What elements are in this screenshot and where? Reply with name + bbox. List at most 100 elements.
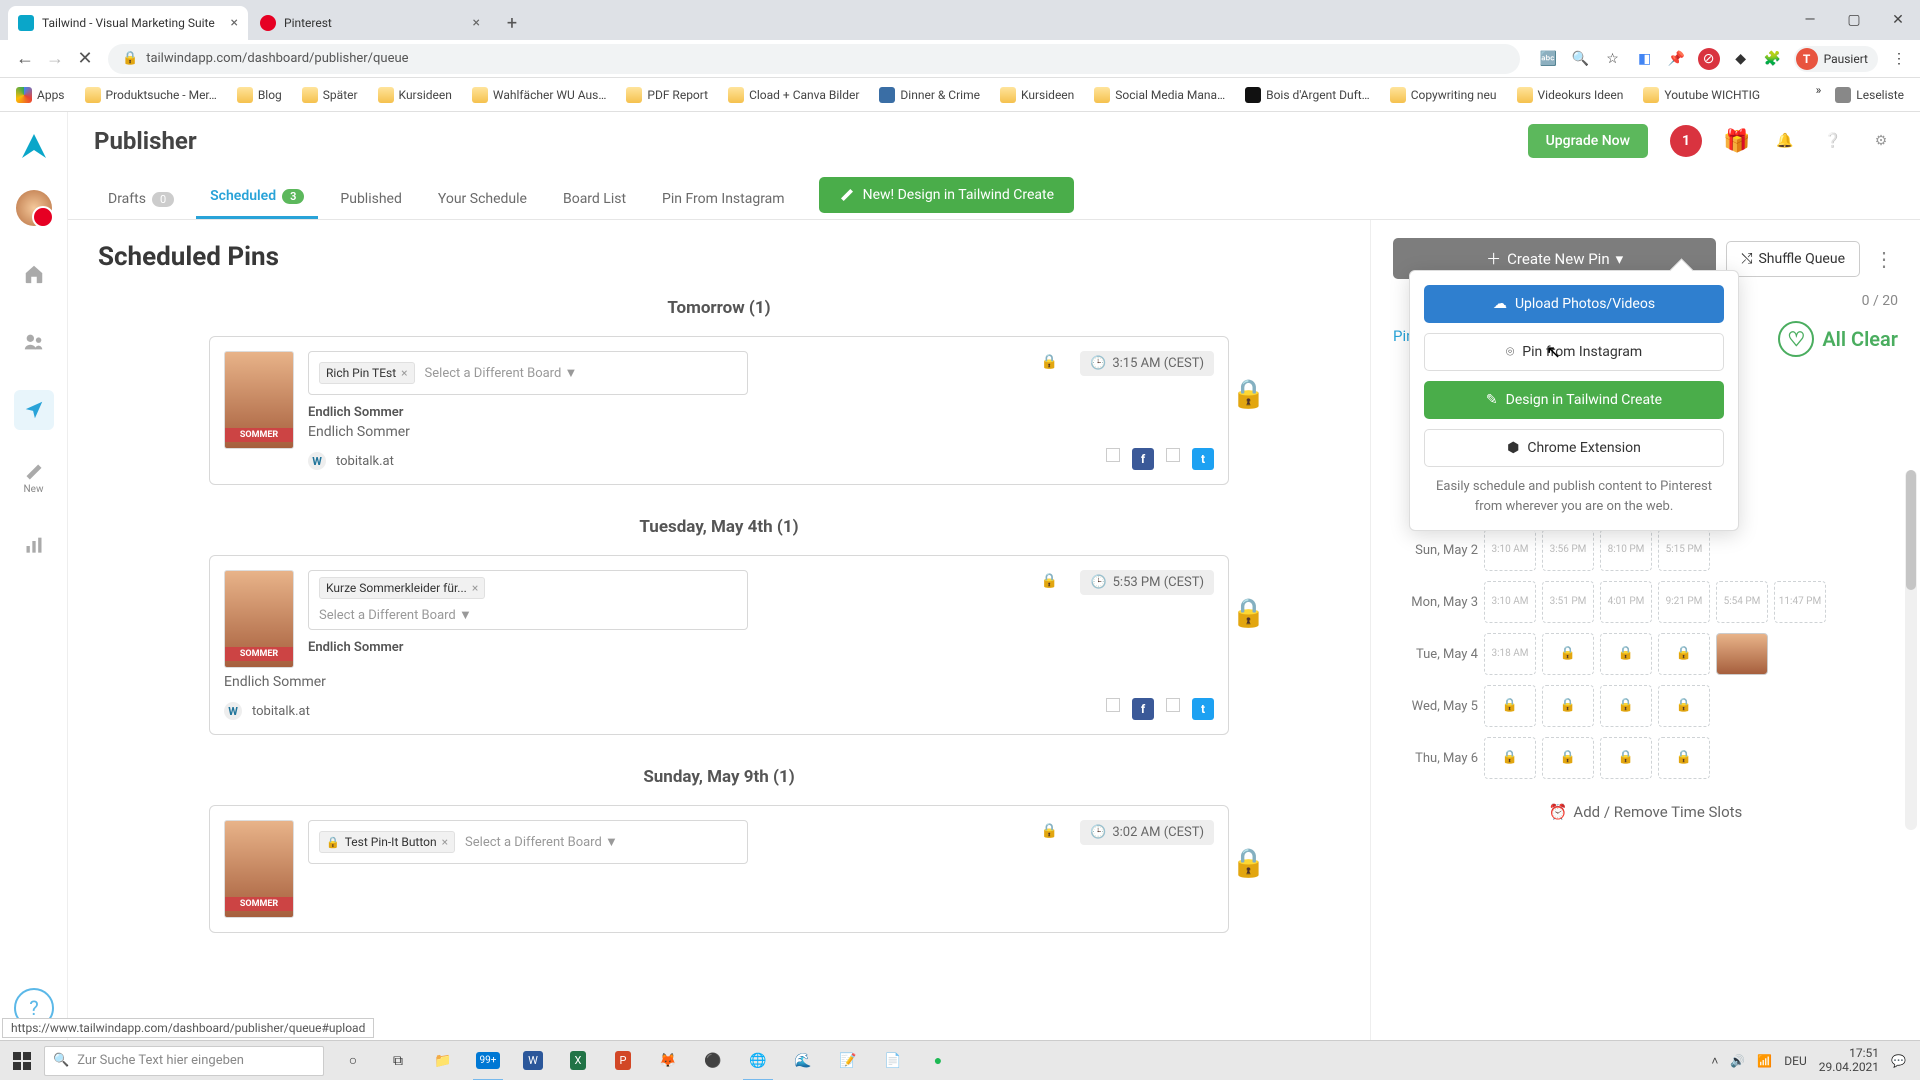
board-selector[interactable]: Rich Pin TEst× Select a Different Board … (308, 351, 748, 395)
tab-your-schedule[interactable]: Your Schedule (424, 179, 541, 219)
insights-icon[interactable] (14, 526, 54, 566)
clock[interactable]: 17:5129.04.2021 (1819, 1047, 1879, 1075)
edge-icon[interactable]: 🌊 (782, 1041, 824, 1080)
chrome-extension-button[interactable]: ⬢ Chrome Extension (1424, 429, 1724, 467)
obs-icon[interactable]: ⚫ (692, 1041, 734, 1080)
volume-icon[interactable]: 🔊 (1730, 1054, 1745, 1068)
notepad-icon[interactable]: 📝 (827, 1041, 869, 1080)
time-slot-locked[interactable] (1600, 685, 1652, 727)
time-slot-locked[interactable] (1484, 737, 1536, 779)
taskbar-search[interactable]: 🔍Zur Suche Text hier eingeben (44, 1046, 324, 1076)
excel-icon[interactable]: X (557, 1041, 599, 1080)
powerpoint-icon[interactable]: P (602, 1041, 644, 1080)
board-selector[interactable]: Kurze Sommerkleider für...× Select a Dif… (308, 570, 748, 630)
pin-thumbnail[interactable] (224, 351, 294, 449)
pinterest-ext-icon[interactable]: 📌 (1666, 48, 1688, 70)
time-slot[interactable]: 11:47 PM (1774, 581, 1826, 623)
pin-from-instagram-button[interactable]: ⌾ Pin from Instagram (1424, 333, 1724, 371)
browser-tab-active[interactable]: Tailwind - Visual Marketing Suite × (8, 6, 248, 40)
gear-icon[interactable]: ⚙ (1868, 128, 1894, 154)
tab-board-list[interactable]: Board List (549, 179, 640, 219)
time-slot-locked[interactable] (1542, 737, 1594, 779)
close-window-icon[interactable]: ✕ (1876, 0, 1920, 40)
bookmark-item[interactable]: Social Media Mana… (1088, 83, 1231, 107)
bookmark-item[interactable]: Youtube WICHTIG (1637, 83, 1766, 107)
twitter-icon[interactable]: t (1192, 698, 1214, 720)
tray-chevron-icon[interactable]: ˄ (1711, 1054, 1718, 1068)
board-chip[interactable]: 🔒Test Pin-It Button× (319, 831, 455, 853)
browser-tab[interactable]: Pinterest × (250, 6, 490, 40)
reading-list[interactable]: Leseliste (1829, 83, 1910, 107)
apps-button[interactable]: Apps (10, 83, 71, 107)
tab-scheduled[interactable]: Scheduled3 (196, 176, 318, 219)
app-icon[interactable]: 📄 (872, 1041, 914, 1080)
twitter-checkbox[interactable] (1166, 698, 1180, 712)
gift-icon[interactable]: 🎁 (1724, 128, 1750, 154)
tab-published[interactable]: Published (326, 179, 415, 219)
minimize-icon[interactable]: — (1788, 0, 1832, 40)
cortana-icon[interactable]: ○ (332, 1041, 374, 1080)
extension-icon[interactable]: ◆ (1730, 48, 1752, 70)
time-slot-locked[interactable] (1542, 633, 1594, 675)
select-placeholder[interactable]: Select a Different Board ▼ (465, 834, 618, 850)
time-slot[interactable]: 3:51 PM (1542, 581, 1594, 623)
time-slot[interactable]: 3:56 PM (1542, 529, 1594, 571)
time-slot[interactable]: 3:10 AM (1484, 529, 1536, 571)
board-selector[interactable]: 🔒Test Pin-It Button× Select a Different … (308, 820, 748, 864)
bell-icon[interactable]: 🔔 (1772, 128, 1798, 154)
url-field[interactable]: 🔒 tailwindapp.com/dashboard/publisher/qu… (108, 44, 1520, 74)
tab-pin-instagram[interactable]: Pin From Instagram (648, 179, 799, 219)
pin-domain[interactable]: tobitalk.at (252, 704, 310, 719)
time-slot-filled[interactable] (1716, 633, 1768, 675)
forward-button[interactable]: → (40, 44, 70, 74)
tab-drafts[interactable]: Drafts0 (94, 179, 188, 219)
time-chip[interactable]: 🕒 3:15 AM (CEST) (1080, 351, 1214, 376)
overflow-icon[interactable]: » (1816, 83, 1822, 107)
file-explorer-icon[interactable]: 📁 (422, 1041, 464, 1080)
language-indicator[interactable]: DEU (1784, 1054, 1806, 1068)
help-icon[interactable]: ❔ (1820, 128, 1846, 154)
bookmark-item[interactable]: Cload + Canva Bilder (722, 83, 865, 107)
task-view-icon[interactable]: ⧉ (377, 1041, 419, 1080)
maximize-icon[interactable]: ▢ (1832, 0, 1876, 40)
design-create-button[interactable]: ✎ Design in Tailwind Create (1424, 381, 1724, 419)
time-slot[interactable]: 3:18 AM (1484, 633, 1536, 675)
time-chip[interactable]: 🕒 3:02 AM (CEST) (1080, 820, 1214, 845)
close-icon[interactable]: × (231, 15, 238, 31)
time-slot[interactable]: 8:10 PM (1600, 529, 1652, 571)
bookmark-item[interactable]: Produktsuche - Mer… (79, 83, 223, 107)
bookmark-item[interactable]: Dinner & Crime (873, 83, 986, 107)
new-tab-button[interactable]: + (498, 9, 526, 37)
chrome-icon[interactable]: 🌐 (737, 1041, 779, 1080)
adblock-icon[interactable]: ⊘ (1698, 48, 1720, 70)
bookmark-item[interactable]: Bois d'Argent Duft… (1239, 83, 1376, 107)
design-create-button[interactable]: New! Design in Tailwind Create (819, 177, 1074, 213)
board-chip[interactable]: Rich Pin TEst× (319, 362, 415, 384)
time-slot-locked[interactable] (1658, 633, 1710, 675)
time-chip[interactable]: 🕒 5:53 PM (CEST) (1080, 570, 1214, 595)
board-chip[interactable]: Kurze Sommerkleider für...× (319, 577, 485, 599)
back-button[interactable]: ← (10, 44, 40, 74)
bookmark-item[interactable]: PDF Report (620, 83, 714, 107)
bookmark-item[interactable]: Wahlfächer WU Aus… (466, 83, 613, 107)
firefox-icon[interactable]: 🦊 (647, 1041, 689, 1080)
reload-button[interactable]: ✕ (70, 44, 100, 74)
pin-thumbnail[interactable] (224, 820, 294, 918)
time-slot-locked[interactable] (1600, 633, 1652, 675)
time-slot-locked[interactable] (1484, 685, 1536, 727)
bookmark-item[interactable]: Videokurs Ideen (1511, 83, 1630, 107)
select-placeholder[interactable]: Select a Different Board ▼ (319, 607, 472, 623)
time-slot[interactable]: 4:01 PM (1600, 581, 1652, 623)
facebook-icon[interactable]: f (1132, 448, 1154, 470)
time-slot-locked[interactable] (1658, 737, 1710, 779)
time-slot-locked[interactable] (1600, 737, 1652, 779)
twitter-icon[interactable]: t (1192, 448, 1214, 470)
word-icon[interactable]: W (512, 1041, 554, 1080)
time-slot-locked[interactable] (1658, 685, 1710, 727)
upload-photos-button[interactable]: ☁ Upload Photos/Videos (1424, 285, 1724, 323)
time-slot[interactable]: 3:10 AM (1484, 581, 1536, 623)
remove-icon[interactable]: × (401, 366, 407, 380)
close-icon[interactable]: × (473, 15, 480, 31)
time-slot[interactable]: 9:21 PM (1658, 581, 1710, 623)
menu-icon[interactable]: ⋮ (1888, 48, 1910, 70)
